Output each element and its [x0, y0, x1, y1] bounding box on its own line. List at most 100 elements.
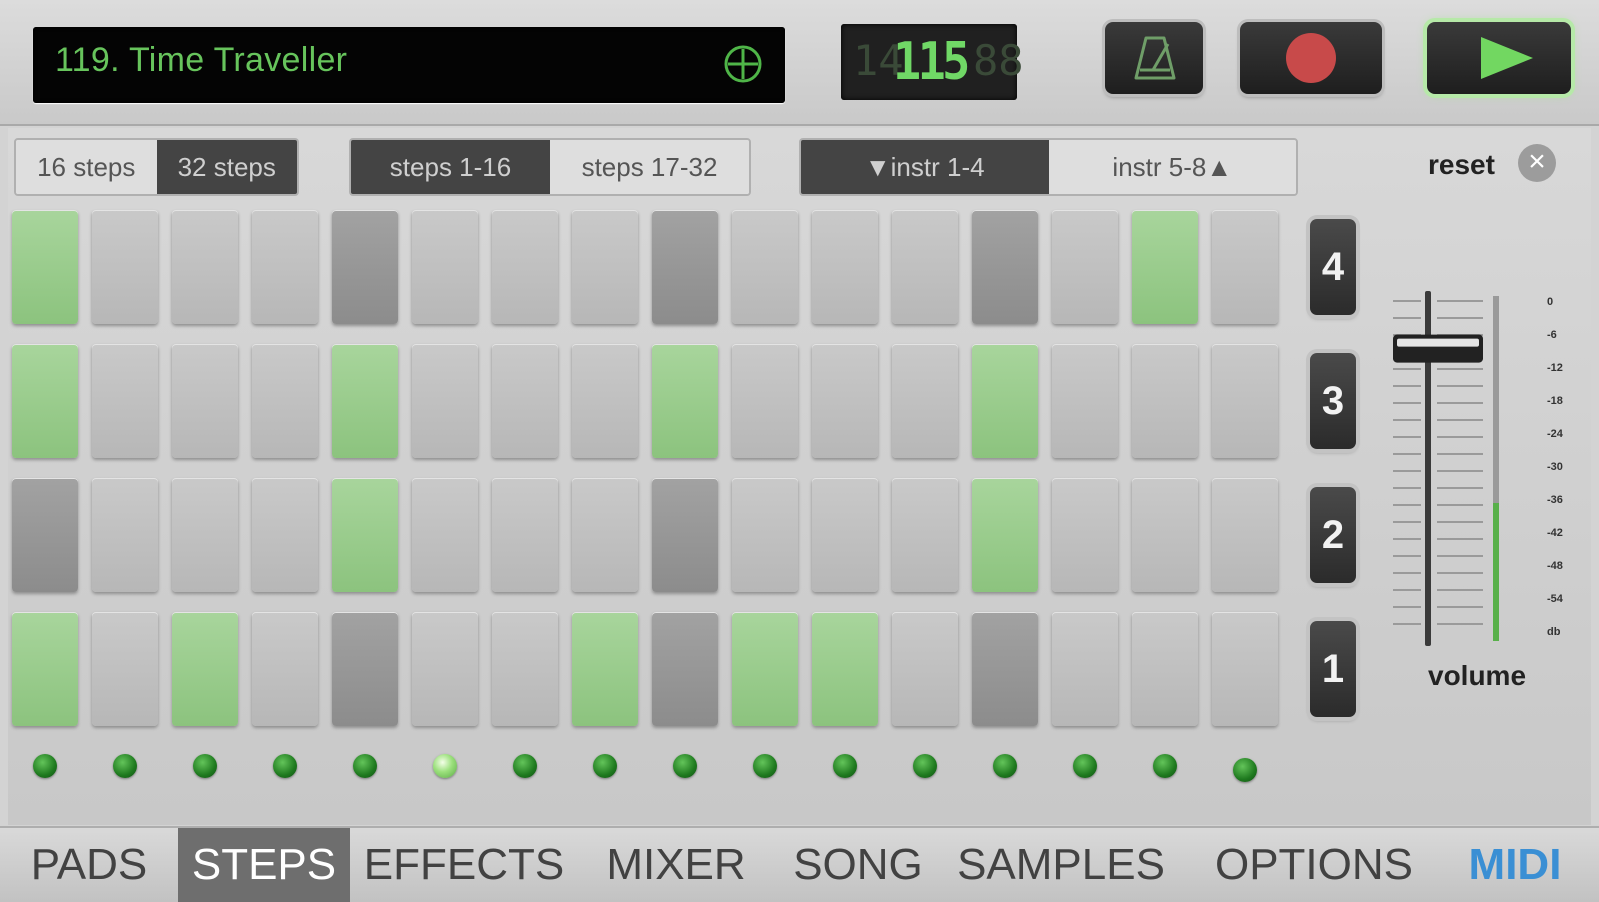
step-pad[interactable]: [652, 210, 718, 324]
step-pad[interactable]: [412, 478, 478, 592]
step-pad[interactable]: [92, 344, 158, 458]
step-pad[interactable]: [572, 344, 638, 458]
step-pad[interactable]: [492, 612, 558, 726]
step-pad[interactable]: [892, 478, 958, 592]
step-pad[interactable]: [812, 478, 878, 592]
step-pad[interactable]: [92, 478, 158, 592]
step-pad[interactable]: [492, 344, 558, 458]
tab-options[interactable]: OPTIONS: [1200, 828, 1428, 902]
step-pad[interactable]: [12, 612, 78, 726]
step-pad[interactable]: [172, 344, 238, 458]
step-pad[interactable]: [172, 612, 238, 726]
step-pad[interactable]: [732, 344, 798, 458]
instrument-button[interactable]: 1: [1310, 621, 1356, 717]
record-button[interactable]: [1240, 22, 1382, 94]
step-indicator-led: [193, 754, 217, 778]
step-indicator-led: [273, 754, 297, 778]
tab-samples[interactable]: SAMPLES: [957, 828, 1165, 902]
step-pad[interactable]: [252, 210, 318, 324]
tab-midi[interactable]: MIDI: [1450, 828, 1580, 902]
step-pad[interactable]: [1052, 478, 1118, 592]
instrument-button[interactable]: 4: [1310, 219, 1356, 315]
volume-slider[interactable]: [1393, 291, 1503, 651]
step-pad[interactable]: [652, 478, 718, 592]
step-pad[interactable]: [732, 210, 798, 324]
step-indicator-led: [113, 754, 137, 778]
step-pad[interactable]: [812, 344, 878, 458]
step-pad[interactable]: [1212, 344, 1278, 458]
metronome-button[interactable]: [1105, 22, 1203, 94]
db-tick-label: -6: [1547, 329, 1557, 341]
step-pad[interactable]: [12, 210, 78, 324]
step-indicator-led: [593, 754, 617, 778]
play-button[interactable]: [1427, 22, 1571, 94]
tab-steps[interactable]: STEPS: [178, 828, 350, 902]
step-indicator-led: [353, 754, 377, 778]
song-selector[interactable]: 119. Time Traveller: [33, 27, 785, 103]
step-pad[interactable]: [172, 478, 238, 592]
step-pad[interactable]: [652, 344, 718, 458]
step-pad[interactable]: [252, 612, 318, 726]
song-title: 119. Time Traveller: [55, 41, 348, 79]
step-indicator-led: [673, 754, 697, 778]
tab-mixer[interactable]: MIXER: [592, 828, 760, 902]
step-pad[interactable]: [972, 478, 1038, 592]
step-pad[interactable]: [1132, 478, 1198, 592]
step-pad[interactable]: [1212, 612, 1278, 726]
step-pad[interactable]: [972, 612, 1038, 726]
step-pad[interactable]: [492, 478, 558, 592]
step-pad[interactable]: [892, 344, 958, 458]
step-pad[interactable]: [332, 612, 398, 726]
step-pad[interactable]: [332, 210, 398, 324]
step-pad[interactable]: [1052, 344, 1118, 458]
step-pad[interactable]: [652, 612, 718, 726]
step-pad[interactable]: [252, 344, 318, 458]
db-tick-label: 0: [1547, 296, 1554, 308]
step-pad[interactable]: [572, 478, 638, 592]
step-pad[interactable]: [412, 210, 478, 324]
step-pad[interactable]: [892, 210, 958, 324]
step-indicator-led: [993, 754, 1017, 778]
step-pad[interactable]: [332, 344, 398, 458]
instrument-button[interactable]: 2: [1310, 487, 1356, 583]
step-grid: 4 3 2 1: [8, 128, 1591, 825]
step-pad[interactable]: [1132, 344, 1198, 458]
tempo-value: 115: [893, 32, 970, 92]
step-pad[interactable]: [572, 210, 638, 324]
step-pad[interactable]: [92, 210, 158, 324]
step-pad[interactable]: [972, 344, 1038, 458]
step-pad[interactable]: [732, 612, 798, 726]
tab-song[interactable]: SONG: [778, 828, 938, 902]
step-pad[interactable]: [252, 478, 318, 592]
step-pad[interactable]: [332, 478, 398, 592]
step-indicator-led: [33, 754, 57, 778]
step-pad[interactable]: [1132, 210, 1198, 324]
step-pad[interactable]: [972, 210, 1038, 324]
tab-pads[interactable]: PADS: [10, 828, 168, 902]
tab-effects[interactable]: EFFECTS: [358, 828, 570, 902]
step-pad[interactable]: [172, 210, 238, 324]
step-pad[interactable]: [1052, 612, 1118, 726]
step-indicator-led: [1153, 754, 1177, 778]
step-pad[interactable]: [1212, 210, 1278, 324]
step-pad[interactable]: [732, 478, 798, 592]
step-pad[interactable]: [892, 612, 958, 726]
db-tick-label: -24: [1547, 428, 1563, 440]
step-pad[interactable]: [1212, 478, 1278, 592]
step-pad[interactable]: [412, 612, 478, 726]
step-pad[interactable]: [1132, 612, 1198, 726]
step-pad[interactable]: [12, 344, 78, 458]
step-pad[interactable]: [12, 478, 78, 592]
db-tick-label: -12: [1547, 362, 1563, 374]
step-pad[interactable]: [812, 210, 878, 324]
top-bar: 119. Time Traveller 14 115 88: [0, 0, 1599, 126]
step-pad[interactable]: [812, 612, 878, 726]
step-pad[interactable]: [572, 612, 638, 726]
instrument-button[interactable]: 3: [1310, 353, 1356, 449]
step-pad[interactable]: [1052, 210, 1118, 324]
step-pad[interactable]: [412, 344, 478, 458]
tempo-display[interactable]: 14 115 88: [841, 24, 1024, 100]
plus-circle-icon[interactable]: [723, 44, 763, 84]
step-pad[interactable]: [92, 612, 158, 726]
step-pad[interactable]: [492, 210, 558, 324]
